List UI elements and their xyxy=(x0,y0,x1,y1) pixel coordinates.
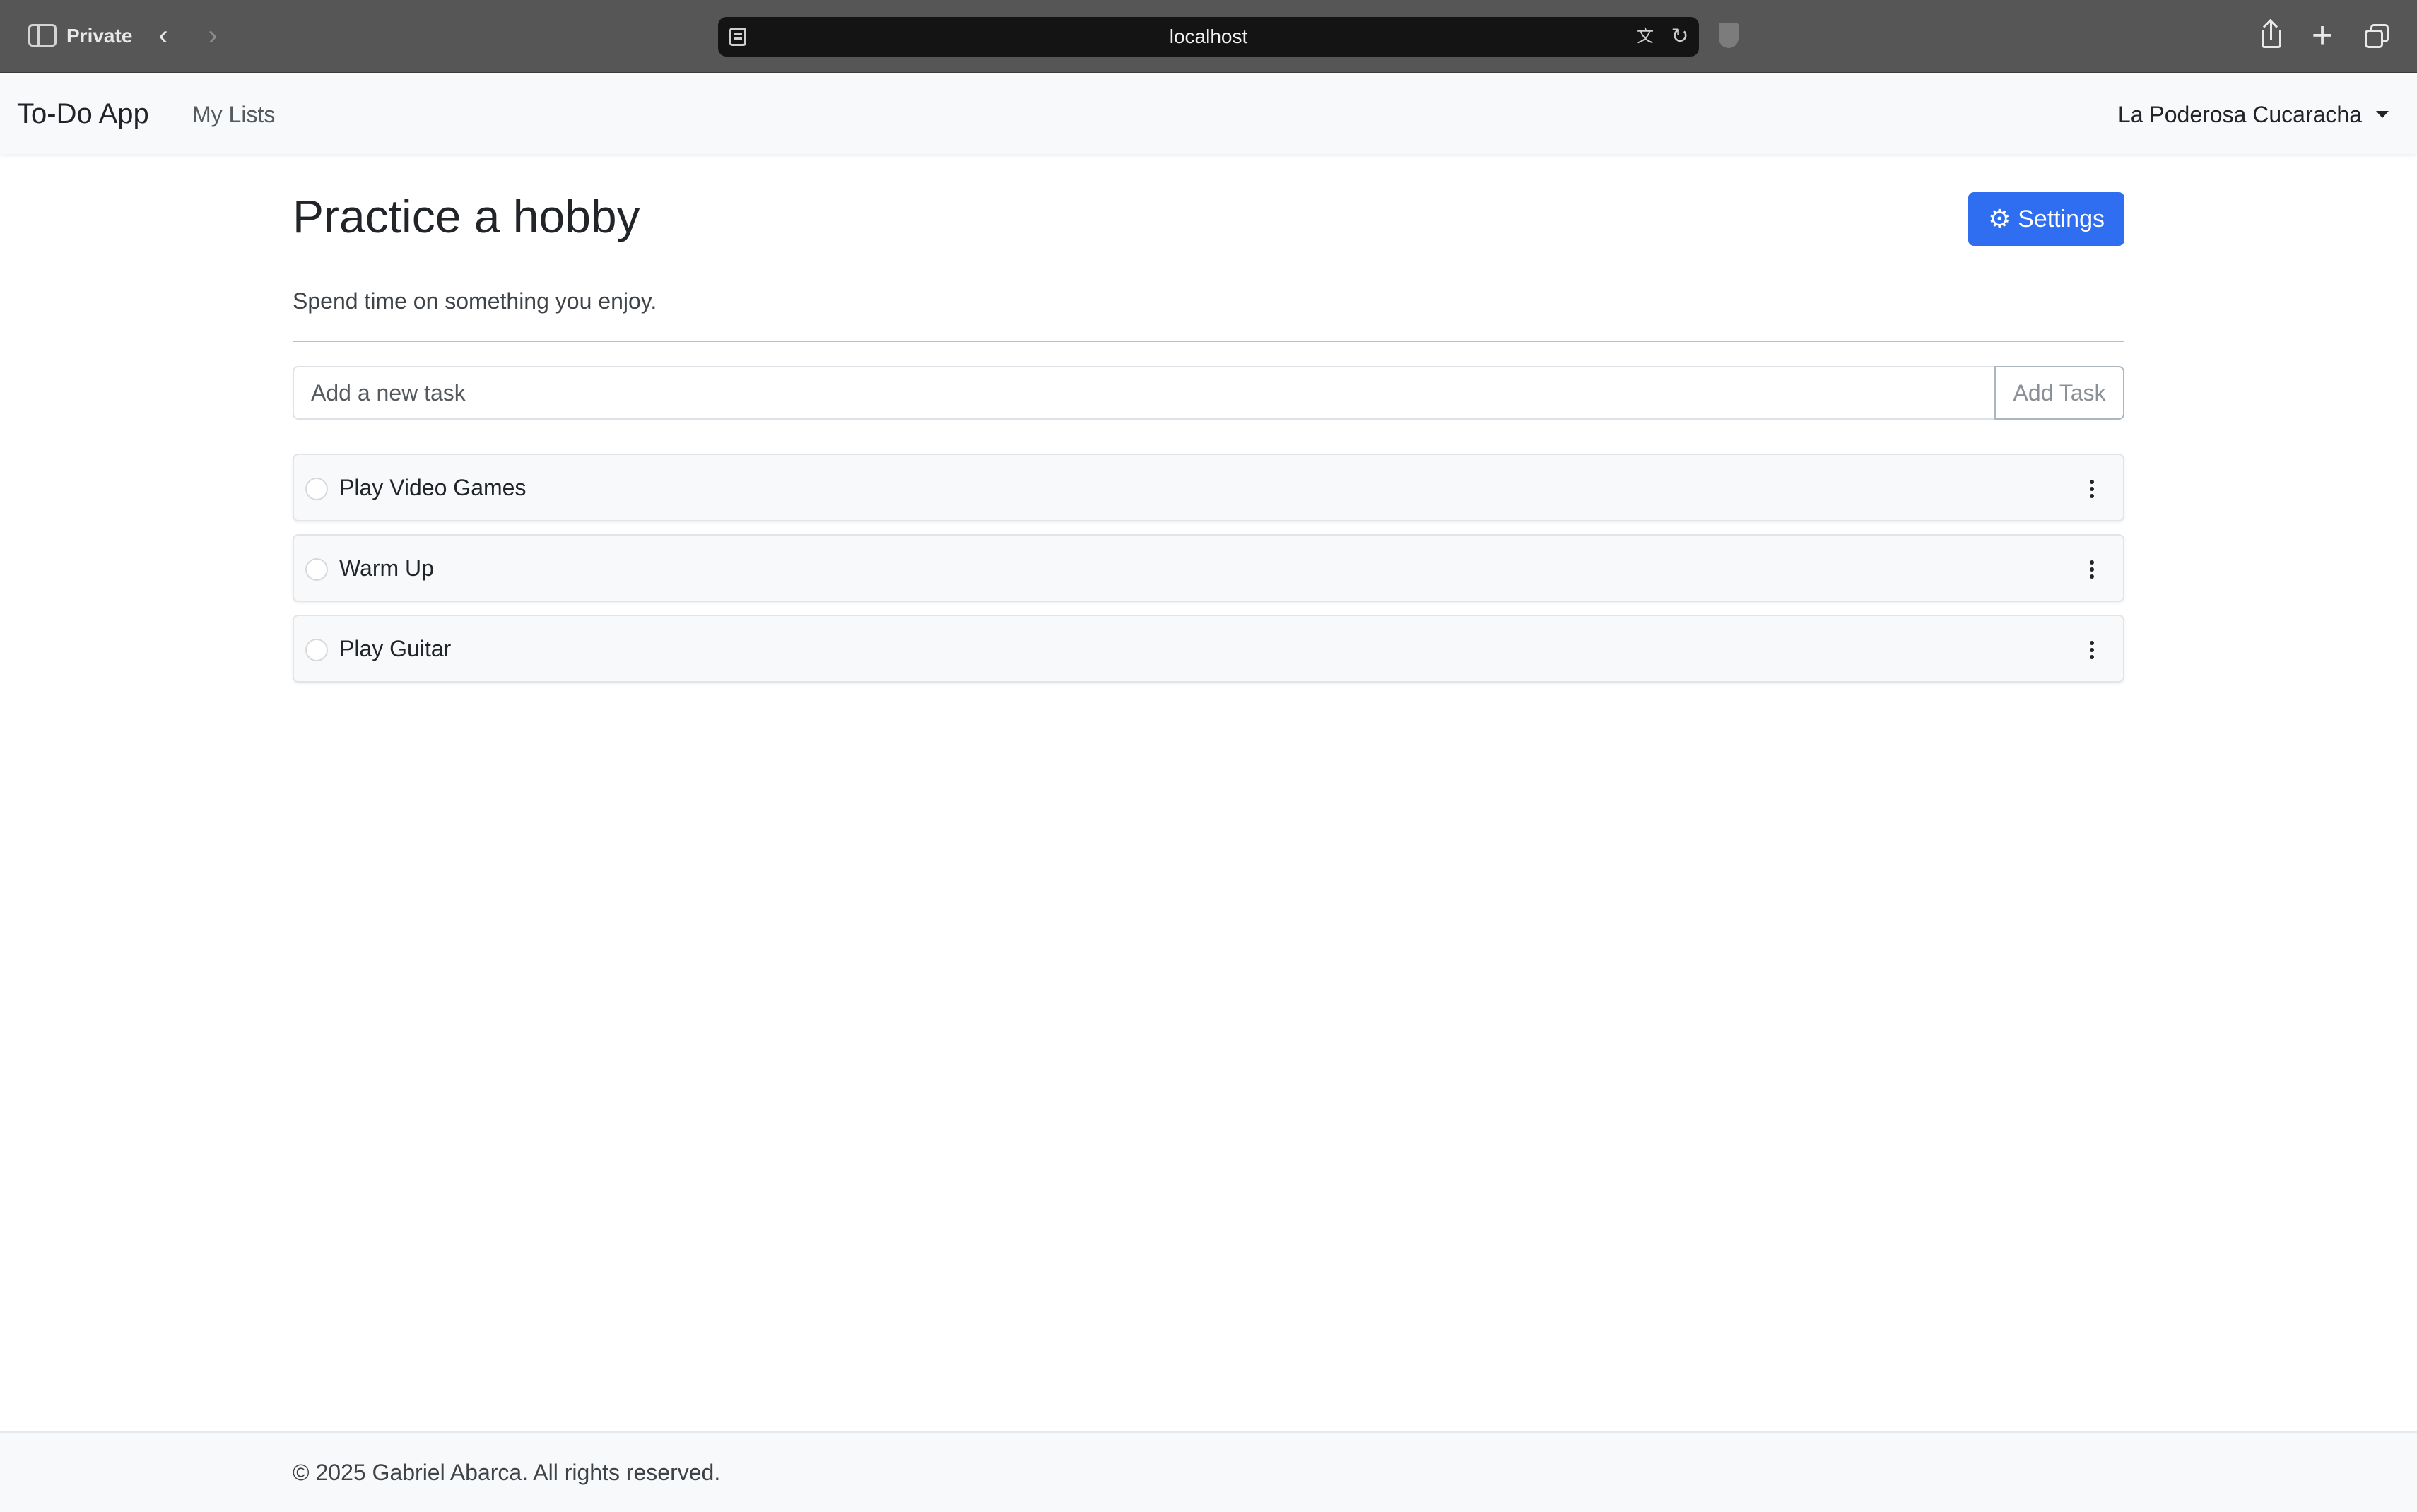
translate-icon[interactable]: 文 xyxy=(1637,27,1664,47)
nav-link-my-lists[interactable]: My Lists xyxy=(192,100,275,129)
address-bar[interactable]: localhost 文 ↻ xyxy=(718,17,1699,57)
settings-label: Settings xyxy=(2018,206,2105,232)
task-list: Play Video Games Warm Up Play Guitar xyxy=(293,454,2124,695)
add-task-button[interactable]: Add Task xyxy=(1994,366,2124,420)
reload-icon[interactable]: ↻ xyxy=(1669,25,1690,48)
user-name: La Poderosa Cucaracha xyxy=(2117,102,2362,127)
share-icon[interactable] xyxy=(2256,18,2287,52)
task-checkbox[interactable] xyxy=(305,558,328,581)
chevron-left-icon[interactable]: ‹ xyxy=(151,20,175,51)
new-task-input[interactable] xyxy=(293,366,1994,420)
task-item: Warm Up xyxy=(293,534,2124,602)
task-checkbox[interactable] xyxy=(305,639,328,661)
shield-icon[interactable] xyxy=(1719,23,1739,48)
task-label: Play Video Games xyxy=(339,475,527,500)
more-options-icon[interactable] xyxy=(2085,636,2099,664)
list-description: Spend time on something you enjoy. xyxy=(293,288,657,314)
task-label: Play Guitar xyxy=(339,636,452,661)
plus-icon[interactable]: + xyxy=(2307,17,2338,54)
settings-button[interactable]: ⚙ Settings xyxy=(1968,192,2124,246)
gear-icon: ⚙ xyxy=(1988,204,2011,233)
more-options-icon[interactable] xyxy=(2085,475,2099,503)
sidebar-icon[interactable] xyxy=(28,24,57,47)
private-label: Private xyxy=(66,25,133,47)
chevron-right-icon[interactable]: › xyxy=(201,20,225,51)
task-item: Play Video Games xyxy=(293,454,2124,521)
caret-down-icon xyxy=(2376,111,2389,118)
page-title: Practice a hobby xyxy=(293,190,640,242)
copyright-text: © 2025 Gabriel Abarca. All rights reserv… xyxy=(293,1460,721,1485)
task-checkbox[interactable] xyxy=(305,478,328,500)
brand-link[interactable]: To-Do App xyxy=(17,96,149,131)
page-footer: © 2025 Gabriel Abarca. All rights reserv… xyxy=(0,1431,2417,1512)
app-navbar: To-Do App My Lists La Poderosa Cucaracha xyxy=(0,75,2417,154)
user-menu-dropdown[interactable]: La Poderosa Cucaracha xyxy=(2118,100,2389,129)
task-label: Warm Up xyxy=(339,555,434,581)
more-options-icon[interactable] xyxy=(2085,555,2099,584)
browser-toolbar: Private ‹ › localhost 文 ↻ + xyxy=(0,0,2417,73)
tabs-icon[interactable] xyxy=(2360,18,2392,52)
task-item: Play Guitar xyxy=(293,615,2124,683)
url-text[interactable]: localhost xyxy=(718,17,1699,57)
divider xyxy=(293,341,2124,342)
add-task-form: Add Task xyxy=(293,366,2124,420)
